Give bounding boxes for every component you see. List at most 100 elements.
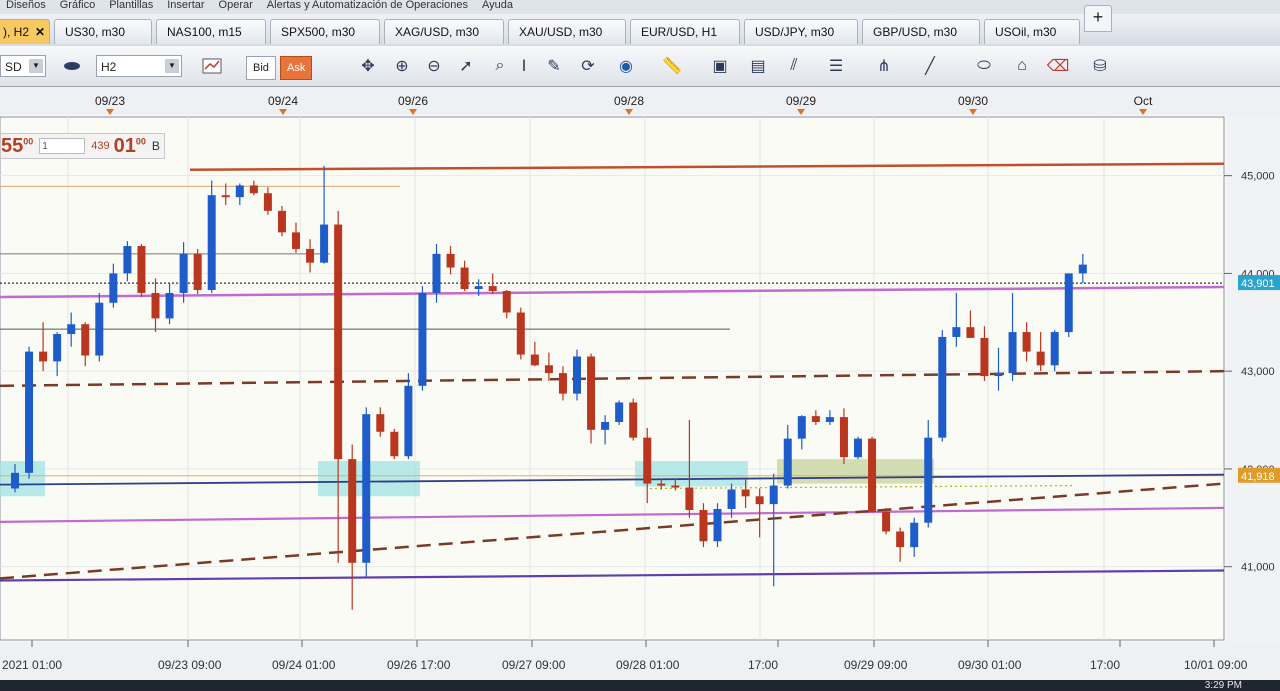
tab-4[interactable]: XAG/USD, m30 <box>384 19 504 44</box>
candle-body[interactable] <box>769 485 778 505</box>
globe-icon[interactable]: ◉ <box>612 54 640 78</box>
candle-body[interactable] <box>868 438 877 512</box>
candle-body[interactable] <box>952 327 961 337</box>
menu-item[interactable]: Operar <box>219 0 253 14</box>
layers-icon[interactable]: ⛁ <box>1086 54 1114 78</box>
candle-body[interactable] <box>404 385 413 457</box>
candle-body[interactable] <box>292 232 300 249</box>
candle-body[interactable] <box>263 193 272 211</box>
candle-body[interactable] <box>530 354 539 366</box>
new-tab-button[interactable]: + <box>1084 5 1112 32</box>
candle-body[interactable] <box>39 351 48 362</box>
candle-body[interactable] <box>727 489 736 510</box>
lot-size-input[interactable]: 1 <box>39 138 86 154</box>
candle-body[interactable] <box>882 511 891 532</box>
candle-body[interactable] <box>713 509 722 542</box>
candle-body[interactable] <box>994 373 1003 377</box>
candle-body[interactable] <box>741 489 750 497</box>
fibonacci-icon[interactable]: ⫽ <box>780 54 808 78</box>
tab-2[interactable]: NAS100, m15 <box>156 19 266 44</box>
candle-body[interactable] <box>460 267 469 290</box>
timeframe-select[interactable]: H2 ▼ <box>96 55 182 77</box>
candle-body[interactable] <box>966 327 975 338</box>
candle-body[interactable] <box>980 337 989 377</box>
candle-body[interactable] <box>376 414 385 432</box>
candle-body[interactable] <box>53 334 62 362</box>
candle-body[interactable] <box>657 483 666 486</box>
candle-body[interactable] <box>1008 332 1017 374</box>
candle-body[interactable] <box>320 224 329 263</box>
candle-body[interactable] <box>137 246 146 293</box>
candle-body[interactable] <box>306 248 315 263</box>
candle-body[interactable] <box>95 302 104 356</box>
candle-body[interactable] <box>179 253 188 293</box>
candle-body[interactable] <box>474 286 483 290</box>
candle-body[interactable] <box>797 416 806 439</box>
candle-body[interactable] <box>685 487 694 510</box>
tab-1[interactable]: US30, m30 <box>54 19 152 44</box>
tab-3[interactable]: SPX500, m30 <box>270 19 380 44</box>
candle-body[interactable] <box>109 273 118 303</box>
candle-body[interactable] <box>502 291 511 313</box>
menu-item[interactable]: Gráfico <box>60 0 95 14</box>
sell-price[interactable]: 5500 <box>1 135 33 158</box>
template-icon[interactable]: ▤ <box>744 54 772 78</box>
candle-body[interactable] <box>1078 264 1087 274</box>
snapshot-icon[interactable]: ▣ <box>706 54 734 78</box>
chevron-down-icon[interactable]: ▼ <box>29 59 43 73</box>
one-click-trading-panel[interactable]: 5500 1 439 0100 B <box>0 133 165 159</box>
sync-icon[interactable]: ⟳ <box>574 54 602 78</box>
chart-canvas[interactable]: 09/23 09/24 09/26 09/28 09/29 09/30 Oct 45,000 4… <box>0 87 1280 691</box>
candle-body[interactable] <box>446 253 455 268</box>
tab-8[interactable]: GBP/USD, m30 <box>862 19 980 44</box>
zoom-out-icon[interactable]: ⊖ <box>420 54 448 78</box>
candle-body[interactable] <box>783 438 792 486</box>
candle-body[interactable] <box>699 509 708 542</box>
candle-body[interactable] <box>671 485 680 488</box>
candle-body[interactable] <box>1022 332 1031 352</box>
menu-item[interactable]: Insertar <box>167 0 204 14</box>
candle-body[interactable] <box>348 459 357 563</box>
candle-body[interactable] <box>418 292 427 386</box>
symbol-select[interactable]: SD ▼ <box>0 55 46 77</box>
candle-body[interactable] <box>193 253 202 291</box>
chevron-down-icon[interactable]: ▼ <box>165 59 179 73</box>
bid-button[interactable]: Bid <box>246 56 276 80</box>
candle-body[interactable] <box>151 292 160 319</box>
candle-body[interactable] <box>362 414 371 563</box>
candle-body[interactable] <box>587 356 596 430</box>
cursor-icon[interactable]: ➚ <box>452 54 480 78</box>
candle-body[interactable] <box>601 422 610 430</box>
candle-body[interactable] <box>249 185 258 194</box>
candle-body[interactable] <box>938 336 947 438</box>
tab-6[interactable]: EUR/USD, H1 <box>630 19 740 44</box>
candle-body[interactable] <box>207 195 216 291</box>
annotation-icon[interactable]: ✎ <box>540 54 568 78</box>
chart-type-icon[interactable] <box>192 54 232 78</box>
candle-body[interactable] <box>488 286 497 292</box>
zoom-in-icon[interactable]: ⊕ <box>388 54 416 78</box>
pen-icon[interactable]: ╱ <box>916 54 944 78</box>
candle-body[interactable] <box>825 417 834 423</box>
candle-body[interactable] <box>235 185 244 198</box>
close-icon[interactable]: ✕ <box>35 25 45 39</box>
candle-body[interactable] <box>221 195 230 198</box>
candle-body[interactable] <box>910 522 919 548</box>
label-icon[interactable]: ⌂ <box>1008 54 1036 78</box>
candle-body[interactable] <box>11 472 19 489</box>
candle-body[interactable] <box>643 437 652 484</box>
candle-body[interactable] <box>432 253 441 293</box>
crosshair-icon[interactable]: ✥ <box>354 54 382 78</box>
price-chart[interactable]: 09/23 09/24 09/26 09/28 09/29 09/30 Oct 45,000 4… <box>0 87 1280 691</box>
tab-7[interactable]: USD/JPY, m30 <box>744 19 858 44</box>
menu-item[interactable]: Ayuda <box>482 0 513 14</box>
buy-price[interactable]: 0100 <box>114 135 146 158</box>
candle-body[interactable] <box>755 496 764 505</box>
candle-body[interactable] <box>390 431 399 457</box>
candle-body[interactable] <box>516 312 525 355</box>
candle-body[interactable] <box>573 356 581 394</box>
candle-body[interactable] <box>544 365 553 374</box>
candle-body[interactable] <box>81 324 90 356</box>
lines-icon[interactable]: ☰ <box>822 54 850 78</box>
text-icon[interactable]: Ⅰ <box>510 54 538 78</box>
